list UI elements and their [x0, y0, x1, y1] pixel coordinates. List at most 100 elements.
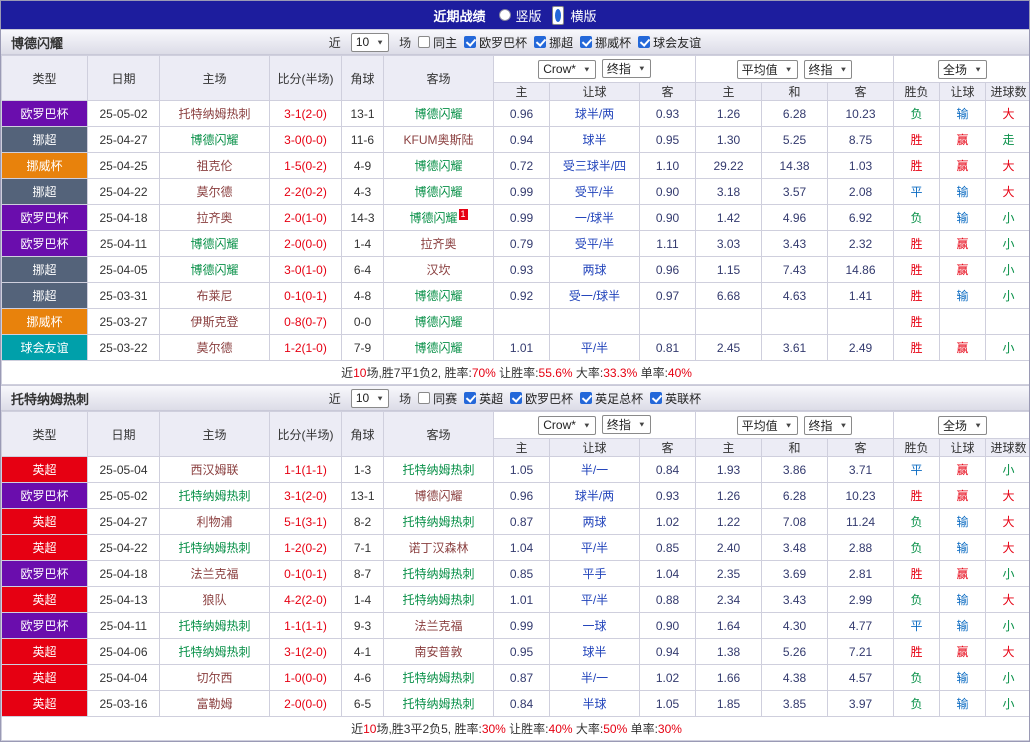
team-link[interactable]: 拉齐奥 — [420, 237, 456, 251]
team-link[interactable]: 莫尔德 — [196, 341, 232, 355]
league-badge[interactable]: 欧罗巴杯 — [2, 483, 88, 509]
score-link[interactable]: 0-1(0-1) — [270, 283, 342, 309]
league-badge[interactable]: 英超 — [2, 509, 88, 535]
team-link[interactable]: 布莱尼 — [196, 289, 232, 303]
league-badge[interactable]: 挪超 — [2, 179, 88, 205]
team-link[interactable]: 博德闪耀 — [190, 263, 238, 277]
team-link[interactable]: 托特纳姆热刺 — [178, 541, 250, 555]
team-link[interactable]: 诺丁汉森林 — [408, 541, 468, 555]
league-badge[interactable]: 欧罗巴杯 — [2, 231, 88, 257]
score-link[interactable]: 1-2(0-2) — [270, 535, 342, 561]
same-filter-checkbox[interactable]: 同赛 — [418, 390, 457, 407]
team-link[interactable]: 托特纳姆热刺 — [402, 515, 474, 529]
view-option[interactable]: 横版 — [549, 6, 597, 25]
team-link[interactable]: 切尔西 — [196, 671, 232, 685]
league-filter-checkbox[interactable]: 英超 — [464, 390, 503, 407]
league-badge[interactable]: 英超 — [2, 665, 88, 691]
league-badge[interactable]: 英超 — [2, 535, 88, 561]
team-link[interactable]: 莫尔德 — [196, 185, 232, 199]
league-badge[interactable]: 球会友谊 — [2, 335, 88, 361]
score-link[interactable]: 1-5(0-2) — [270, 153, 342, 179]
team-link[interactable]: 南安普敦 — [414, 645, 462, 659]
league-badge[interactable]: 欧罗巴杯 — [2, 101, 88, 127]
team-link[interactable]: 博德闪耀 — [414, 489, 462, 503]
league-badge[interactable]: 挪威杯 — [2, 309, 88, 335]
team-link[interactable]: 汉坎 — [426, 263, 450, 277]
league-badge[interactable]: 英超 — [2, 457, 88, 483]
league-filter-checkbox[interactable]: 球会友谊 — [638, 34, 701, 51]
score-link[interactable]: 4-2(2-0) — [270, 587, 342, 613]
team-link[interactable]: 博德闪耀 — [414, 289, 462, 303]
team-link[interactable]: 托特纳姆热刺 — [402, 463, 474, 477]
team-link[interactable]: 托特纳姆热刺 — [178, 619, 250, 633]
team-link[interactable]: 拉齐奥 — [196, 211, 232, 225]
team-link[interactable]: 托特纳姆热刺 — [402, 697, 474, 711]
score-link[interactable]: 0-1(0-1) — [270, 561, 342, 587]
league-filter-checkbox[interactable]: 英足总杯 — [580, 390, 643, 407]
league-badge[interactable]: 欧罗巴杯 — [2, 205, 88, 231]
scope-select[interactable]: 全场▼ — [938, 416, 987, 435]
score-link[interactable]: 2-0(0-0) — [270, 691, 342, 717]
team-link[interactable]: 祖克伦 — [196, 159, 232, 173]
same-filter-checkbox[interactable]: 同主 — [418, 34, 457, 51]
team-link[interactable]: 博德闪耀 — [409, 211, 457, 225]
score-link[interactable]: 5-1(3-1) — [270, 509, 342, 535]
score-link[interactable]: 1-2(1-0) — [270, 335, 342, 361]
league-badge[interactable]: 挪超 — [2, 283, 88, 309]
score-link[interactable]: 1-1(1-1) — [270, 613, 342, 639]
team-link[interactable]: 西汉姆联 — [190, 463, 238, 477]
team-link[interactable]: 博德闪耀 — [414, 159, 462, 173]
league-badge[interactable]: 挪超 — [2, 257, 88, 283]
team-link[interactable]: 博德闪耀 — [414, 315, 462, 329]
team-link[interactable]: 托特纳姆热刺 — [178, 489, 250, 503]
team-link[interactable]: 伊斯克登 — [190, 315, 238, 329]
league-filter-checkbox[interactable]: 英联杯 — [650, 390, 701, 407]
score-link[interactable]: 0-8(0-7) — [270, 309, 342, 335]
team-link[interactable]: 博德闪耀 — [414, 341, 462, 355]
team-link[interactable]: 托特纳姆热刺 — [178, 107, 250, 121]
average-select[interactable]: 平均值▼ — [737, 416, 798, 435]
league-badge[interactable]: 欧罗巴杯 — [2, 561, 88, 587]
team-link[interactable]: KFUM奥斯陆 — [404, 133, 474, 147]
league-badge[interactable]: 欧罗巴杯 — [2, 613, 88, 639]
score-link[interactable]: 3-1(2-0) — [270, 639, 342, 665]
team-link[interactable]: 博德闪耀 — [190, 133, 238, 147]
score-link[interactable]: 1-1(1-1) — [270, 457, 342, 483]
league-filter-checkbox[interactable]: 挪威杯 — [580, 34, 631, 51]
team-link[interactable]: 博德闪耀 — [414, 107, 462, 121]
league-badge[interactable]: 英超 — [2, 639, 88, 665]
index-type-select[interactable]: 终指▼ — [804, 416, 853, 435]
team-link[interactable]: 托特纳姆热刺 — [402, 671, 474, 685]
score-link[interactable]: 3-1(2-0) — [270, 101, 342, 127]
score-link[interactable]: 1-0(0-0) — [270, 665, 342, 691]
score-link[interactable]: 3-0(0-0) — [270, 127, 342, 153]
bookmaker-select[interactable]: Crow*▼ — [538, 60, 596, 79]
score-link[interactable]: 2-2(0-2) — [270, 179, 342, 205]
league-filter-checkbox[interactable]: 欧罗巴杯 — [464, 34, 527, 51]
team-link[interactable]: 博德闪耀 — [190, 237, 238, 251]
team-link[interactable]: 托特纳姆热刺 — [402, 567, 474, 581]
league-filter-checkbox[interactable]: 挪超 — [534, 34, 573, 51]
score-link[interactable]: 2-0(1-0) — [270, 205, 342, 231]
league-filter-checkbox[interactable]: 欧罗巴杯 — [510, 390, 573, 407]
team-link[interactable]: 法兰克福 — [190, 567, 238, 581]
games-count-select[interactable]: 10▼ — [351, 389, 389, 408]
team-link[interactable]: 法兰克福 — [414, 619, 462, 633]
score-link[interactable]: 2-0(0-0) — [270, 231, 342, 257]
view-option[interactable]: 竖版 — [499, 6, 541, 25]
league-badge[interactable]: 英超 — [2, 691, 88, 717]
index-type-select[interactable]: 终指▼ — [602, 59, 651, 78]
team-link[interactable]: 托特纳姆热刺 — [402, 593, 474, 607]
games-count-select[interactable]: 10▼ — [351, 33, 389, 52]
score-link[interactable]: 3-1(2-0) — [270, 483, 342, 509]
league-badge[interactable]: 英超 — [2, 587, 88, 613]
team-link[interactable]: 托特纳姆热刺 — [178, 645, 250, 659]
team-link[interactable]: 狼队 — [202, 593, 226, 607]
team-link[interactable]: 博德闪耀 — [414, 185, 462, 199]
bookmaker-select[interactable]: Crow*▼ — [538, 416, 596, 435]
team-link[interactable]: 利物浦 — [196, 515, 232, 529]
league-badge[interactable]: 挪威杯 — [2, 153, 88, 179]
team-link[interactable]: 富勒姆 — [196, 697, 232, 711]
league-badge[interactable]: 挪超 — [2, 127, 88, 153]
index-type-select[interactable]: 终指▼ — [602, 415, 651, 434]
